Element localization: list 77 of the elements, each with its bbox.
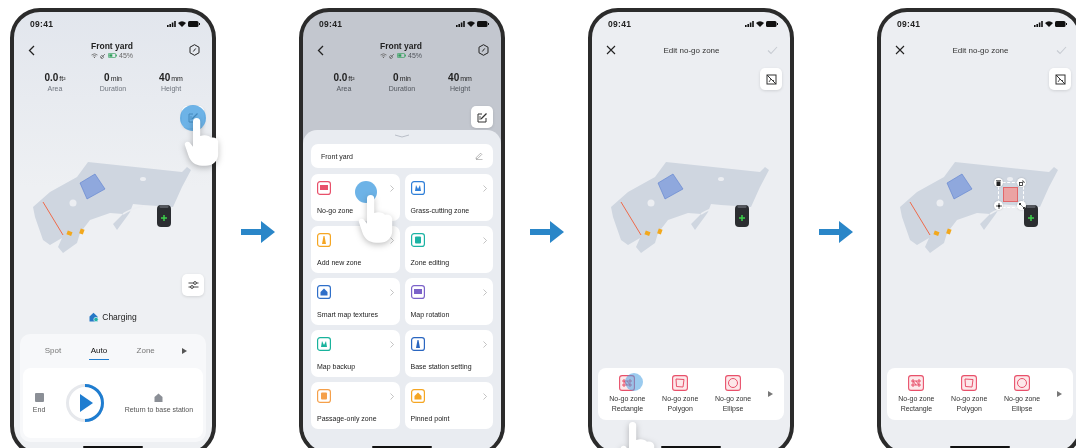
polygon-icon: [672, 375, 689, 392]
scroll-right-icon[interactable]: [1056, 391, 1062, 397]
map-title: Front yard: [91, 41, 133, 51]
close-icon[interactable]: [895, 45, 905, 55]
chevron-icon: [483, 340, 487, 348]
back-icon[interactable]: [317, 44, 324, 56]
sliders-icon: [187, 280, 199, 290]
close-icon[interactable]: [606, 45, 616, 55]
wifi-icon: [756, 21, 764, 27]
resize-handle[interactable]: [1017, 201, 1026, 210]
arrow-icon: [529, 221, 564, 243]
hide-layer-button[interactable]: [1049, 68, 1071, 90]
play-icon: [64, 383, 105, 423]
battery-icon: [108, 53, 117, 58]
screen-title: Edit no-go zone: [663, 45, 720, 55]
signal-icon: [1034, 21, 1043, 27]
chevron-icon: [483, 288, 487, 296]
signal-icon: [167, 21, 176, 27]
map-settings-button[interactable]: [182, 274, 204, 296]
mode-tab[interactable]: Auto: [88, 342, 110, 360]
chevron-icon: [389, 236, 394, 244]
layer-off-icon: [765, 73, 777, 85]
scroll-right-icon[interactable]: [767, 391, 773, 397]
hexagon-settings-icon[interactable]: [189, 44, 200, 56]
screen-title: Edit no-go zone: [952, 45, 1009, 55]
scroll-right-icon[interactable]: [182, 348, 188, 354]
stop-icon: [34, 393, 44, 402]
edit-map-icon: [476, 111, 488, 123]
signal-icon: [456, 21, 465, 27]
wifi-icon: [1045, 21, 1053, 27]
confirm-check-icon[interactable]: [1056, 45, 1067, 55]
tap-indicator: [625, 373, 643, 391]
confirm-check-icon[interactable]: [767, 45, 778, 55]
battery-icon: [766, 21, 778, 27]
chevron-icon: [389, 340, 394, 348]
battery-icon: [397, 53, 406, 58]
status-time: 09:41: [30, 19, 54, 29]
mode-tab[interactable]: Zone: [134, 342, 157, 360]
arrow-icon: [818, 221, 853, 243]
wifi-icon: [91, 53, 98, 58]
battery-icon: [1055, 21, 1067, 27]
chevron-icon: [483, 184, 487, 192]
hexagon-settings-icon[interactable]: [478, 44, 489, 56]
mode-tab[interactable]: Spot: [42, 342, 64, 360]
chevron-icon: [483, 392, 487, 400]
chevron-icon: [389, 288, 394, 296]
chevron-icon: [483, 236, 487, 244]
status-time: 09:41: [319, 19, 343, 29]
layer-off-icon: [1054, 73, 1066, 85]
status-time: 09:41: [897, 19, 921, 29]
wifi-icon: [178, 21, 186, 27]
chevron-icon: [389, 392, 394, 400]
start-mowing-button[interactable]: [64, 383, 105, 423]
move-handle[interactable]: [994, 201, 1003, 210]
chevron-icon: [389, 184, 394, 192]
battery-icon: [188, 21, 200, 27]
polygon-icon: [961, 375, 978, 392]
status-time: 09:41: [608, 19, 632, 29]
wifi-icon: [467, 21, 475, 27]
back-icon[interactable]: [28, 44, 35, 56]
circle-icon: [1014, 375, 1030, 392]
barrier-icon: [619, 375, 636, 392]
hide-layer-button[interactable]: [760, 68, 782, 90]
battery-icon: [477, 21, 489, 27]
signal-icon: [745, 21, 754, 27]
home-icon: [154, 393, 164, 402]
edit-map-button[interactable]: [471, 106, 493, 128]
sheet-handle-icon[interactable]: [394, 134, 410, 138]
mower-status: Charging: [102, 312, 137, 322]
base-station-icon: [89, 312, 100, 322]
arrow-icon: [240, 221, 275, 243]
delete-handle[interactable]: [994, 178, 1003, 187]
wifi-icon: [380, 53, 387, 58]
circle-icon: [725, 375, 741, 392]
map-title: Front yard: [380, 41, 422, 51]
barrier-icon: [908, 375, 925, 392]
rotate-handle[interactable]: [1017, 178, 1026, 187]
